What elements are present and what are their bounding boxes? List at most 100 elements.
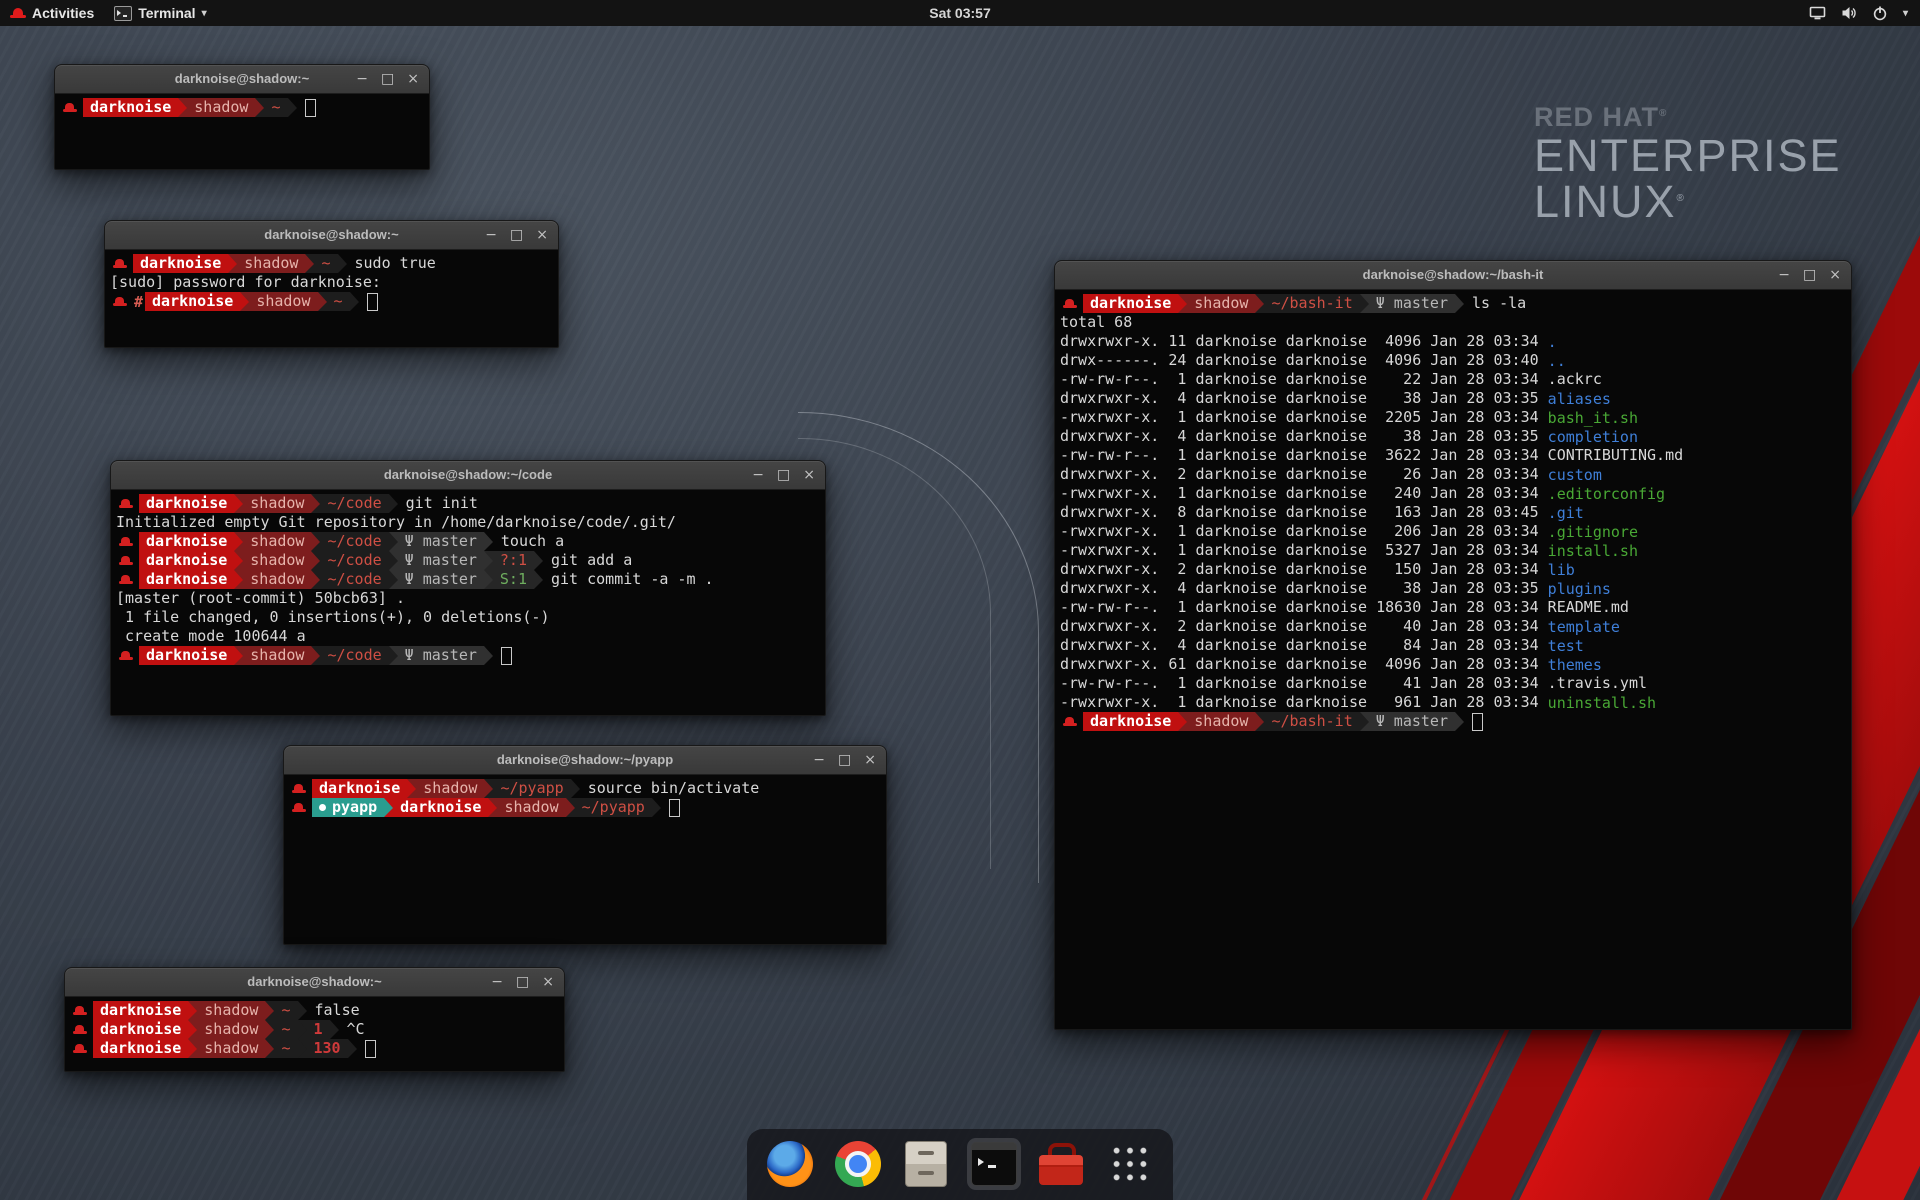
- minimize-button[interactable]: −: [752, 461, 764, 489]
- terminal-content[interactable]: darknoiseshadow~falsedarknoiseshadow~1^C…: [65, 997, 564, 1058]
- maximize-button[interactable]: □: [838, 746, 851, 774]
- window-titlebar[interactable]: darknoise@shadow:~/bash-it − □ ×: [1055, 261, 1851, 290]
- prompt-segment-path: ~: [274, 1039, 297, 1058]
- powerline-arrow-icon: [571, 779, 580, 798]
- redhat-prompt-icon: [1063, 715, 1077, 728]
- dock-files[interactable]: [899, 1138, 953, 1190]
- terminal-content[interactable]: darknoiseshadow~: [55, 94, 429, 117]
- files-icon: [905, 1141, 947, 1187]
- output-text: -rw-rw-r--. 1 darknoise darknoise 22 Jan…: [1060, 370, 1548, 389]
- dock-toolbox[interactable]: [1035, 1138, 1089, 1190]
- terminal-line: darknoiseshadow~sudo true: [110, 254, 554, 273]
- gnome-top-bar: Activities Terminal ▾ Sat 03:57 ▾: [0, 0, 1920, 26]
- output-text: 1 file changed, 0 insertions(+), 0 delet…: [116, 608, 549, 627]
- powerline-arrow-icon: [1178, 294, 1187, 313]
- terminal-content[interactable]: darknoiseshadow~/codegit initInitialized…: [111, 490, 825, 665]
- terminal-cursor: [367, 293, 378, 311]
- command-text: touch a: [501, 532, 564, 551]
- terminal-cursor: [501, 647, 512, 665]
- minimize-button[interactable]: −: [356, 65, 368, 93]
- minimize-button[interactable]: −: [1778, 261, 1790, 289]
- minimize-button[interactable]: −: [491, 968, 503, 996]
- prompt-segment-git: Ψ master: [1369, 294, 1455, 313]
- prompt-segment-path: ~/bash-it: [1264, 712, 1359, 731]
- minimize-button[interactable]: −: [813, 746, 825, 774]
- brand-enterprise: ENTERPRISE: [1534, 133, 1842, 179]
- window-titlebar[interactable]: darknoise@shadow:~ − □ ×: [105, 221, 558, 250]
- clock[interactable]: Sat 03:57: [929, 5, 990, 21]
- dock-firefox[interactable]: [763, 1138, 817, 1190]
- output-text: .gitignore: [1548, 523, 1638, 541]
- maximize-button[interactable]: □: [1803, 261, 1816, 289]
- output-text: -rwxrwxr-x. 1 darknoise darknoise 2205 J…: [1060, 408, 1548, 427]
- prompt-segment-host: shadow: [243, 646, 311, 665]
- terminal-line: -rwxrwxr-x. 1 darknoise darknoise 240 Ja…: [1060, 484, 1847, 503]
- output-text: -rwxrwxr-x. 1 darknoise darknoise 5327 J…: [1060, 541, 1548, 560]
- maximize-button[interactable]: □: [777, 461, 790, 489]
- window-title: darknoise@shadow:~: [65, 968, 564, 996]
- system-status-area[interactable]: ▾: [1809, 5, 1920, 21]
- window-title: darknoise@shadow:~/bash-it: [1055, 261, 1851, 289]
- terminal-app-icon: [114, 6, 132, 21]
- terminal-line: drwxrwxr-x. 4 darknoise darknoise 38 Jan…: [1060, 579, 1847, 598]
- redhat-prompt-icon: [113, 257, 127, 270]
- activities-button[interactable]: Activities: [0, 0, 104, 26]
- maximize-button[interactable]: □: [510, 221, 523, 249]
- window-titlebar[interactable]: darknoise@shadow:~ − □ ×: [55, 65, 429, 94]
- redhat-prompt-icon: [119, 497, 133, 510]
- command-text: false: [315, 1001, 360, 1020]
- prompt-segment-exit: 1: [307, 1020, 330, 1039]
- close-button[interactable]: ×: [803, 461, 815, 489]
- powerline-arrow-icon: [298, 1039, 307, 1058]
- prompt-segment-venv: pyapp: [312, 798, 384, 817]
- maximize-button[interactable]: □: [516, 968, 529, 996]
- prompt-segment-user: darknoise: [139, 532, 234, 551]
- output-text: drwxrwxr-x. 2 darknoise darknoise 40 Jan…: [1060, 617, 1548, 636]
- close-button[interactable]: ×: [542, 968, 554, 996]
- powerline-arrow-icon: [1255, 294, 1264, 313]
- terminal-content[interactable]: darknoiseshadow~/pyappsource bin/activat…: [284, 775, 886, 817]
- powerline-arrow-icon: [389, 551, 398, 570]
- window-titlebar[interactable]: darknoise@shadow:~/code − □ ×: [111, 461, 825, 490]
- output-text: plugins: [1548, 580, 1611, 598]
- prompt-segment-path: ~/pyapp: [493, 779, 570, 798]
- powerline-arrow-icon: [407, 779, 416, 798]
- output-text: -rwxrwxr-x. 1 darknoise darknoise 961 Ja…: [1060, 693, 1548, 712]
- close-button[interactable]: ×: [407, 65, 419, 93]
- prompt-segment-path: ~/code: [320, 532, 388, 551]
- minimize-button[interactable]: −: [485, 221, 497, 249]
- terminal-line: drwxrwxr-x. 8 darknoise darknoise 163 Ja…: [1060, 503, 1847, 522]
- terminal-content[interactable]: darknoiseshadow~/bash-itΨ masterls -lato…: [1055, 290, 1851, 731]
- app-menu-terminal[interactable]: Terminal ▾: [104, 0, 216, 26]
- powerline-arrow-icon: [234, 532, 243, 551]
- output-text: .git: [1548, 504, 1584, 522]
- prompt-segment-path: ~/bash-it: [1264, 294, 1359, 313]
- output-text: drwxrwxr-x. 4 darknoise darknoise 38 Jan…: [1060, 427, 1548, 446]
- powerline-arrow-icon: [265, 1020, 274, 1039]
- close-button[interactable]: ×: [536, 221, 548, 249]
- terminal-cursor: [669, 799, 680, 817]
- terminal-line: darknoiseshadow~/codegit init: [116, 494, 821, 513]
- terminal-content[interactable]: darknoiseshadow~sudo true[sudo] password…: [105, 250, 558, 311]
- maximize-button[interactable]: □: [381, 65, 394, 93]
- close-button[interactable]: ×: [864, 746, 876, 774]
- dock-chrome[interactable]: [831, 1138, 885, 1190]
- window-title: darknoise@shadow:~/pyapp: [284, 746, 886, 774]
- prompt-segment-user: darknoise: [93, 1020, 188, 1039]
- output-text: total 68: [1060, 313, 1132, 332]
- command-text: source bin/activate: [588, 779, 760, 798]
- output-text: custom: [1548, 466, 1602, 484]
- prompt-segment-exit: 130: [307, 1039, 348, 1058]
- close-button[interactable]: ×: [1829, 261, 1841, 289]
- prompt-segment-user: darknoise: [1083, 294, 1178, 313]
- prompt-segment-path: ~/code: [320, 570, 388, 589]
- dock-show-apps[interactable]: [1103, 1138, 1157, 1190]
- dock-terminal[interactable]: [967, 1138, 1021, 1190]
- window-titlebar[interactable]: darknoise@shadow:~/pyapp − □ ×: [284, 746, 886, 775]
- command-text: sudo true: [355, 254, 436, 273]
- prompt-segment-host: shadow: [243, 570, 311, 589]
- powerline-arrow-icon: [484, 551, 493, 570]
- toolbox-icon: [1039, 1143, 1085, 1185]
- output-text: drwxrwxr-x. 4 darknoise darknoise 38 Jan…: [1060, 579, 1548, 598]
- window-titlebar[interactable]: darknoise@shadow:~ − □ ×: [65, 968, 564, 997]
